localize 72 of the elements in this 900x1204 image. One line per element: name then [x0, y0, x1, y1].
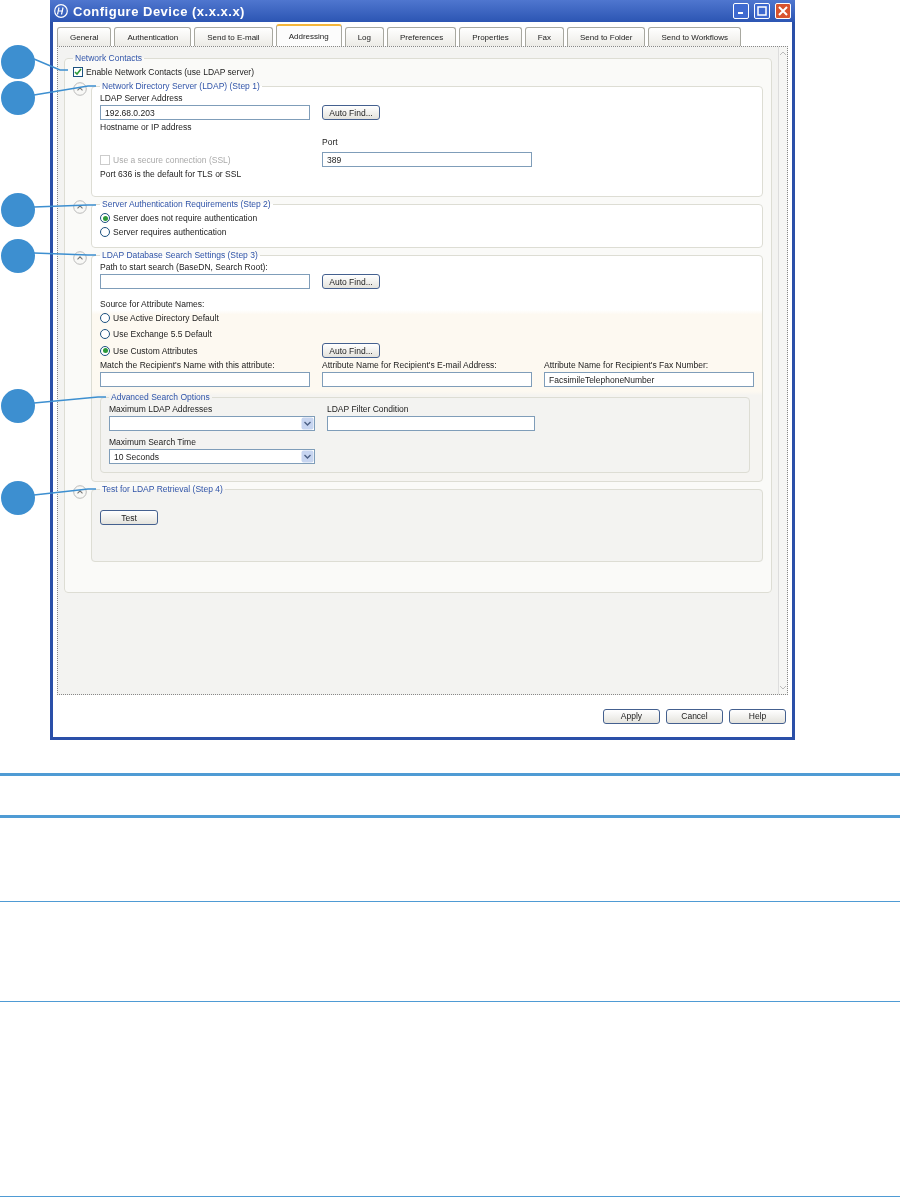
- tab[interactable]: General: [57, 27, 112, 46]
- auto-find-button[interactable]: Auto Find...: [322, 105, 380, 120]
- section-title: Advanced Search Options: [110, 392, 211, 402]
- input-field[interactable]: [322, 372, 532, 387]
- input-field[interactable]: [100, 372, 310, 387]
- radio-label: Server requires authentication: [113, 227, 227, 237]
- field-label: LDAP Filter Condition: [327, 404, 410, 414]
- radio-button[interactable]: [100, 329, 110, 339]
- radio-button[interactable]: [100, 345, 110, 356]
- checkbox-label: Use a secure connection (SSL): [113, 154, 231, 165]
- radio-button[interactable]: [100, 227, 110, 237]
- section-title: Network Contacts: [74, 53, 144, 63]
- radio-label: Server does not require authentication: [113, 213, 258, 223]
- collapse-icon[interactable]: [73, 251, 87, 265]
- tab[interactable]: Properties: [459, 27, 522, 46]
- minimize-button[interactable]: [733, 3, 749, 19]
- scrollbar[interactable]: [778, 47, 787, 694]
- collapse-icon[interactable]: [73, 200, 87, 214]
- dialog-button[interactable]: Help: [729, 708, 786, 724]
- tab[interactable]: Fax: [524, 27, 564, 46]
- close-icon: [778, 6, 788, 16]
- checkbox[interactable]: [73, 67, 83, 77]
- window-title: Configure Device (x.x.x.x): [73, 3, 246, 19]
- radio-button[interactable]: [100, 213, 110, 223]
- checkbox-label: Enable Network Contacts (use LDAP server): [86, 67, 255, 77]
- note-text: Port 636 is the default for TLS or SSL: [100, 169, 243, 179]
- auto-find-button[interactable]: Auto Find...: [322, 343, 380, 358]
- field-label: Path to start search (BaseDN, Search Root):: [100, 262, 269, 272]
- dialog-button[interactable]: Apply: [603, 708, 660, 724]
- section-title: Network Directory Server (LDAP) (Step 1): [101, 81, 261, 91]
- section-title: Server Authentication Requirements (Step 2): [101, 199, 272, 209]
- field-label: Maximum Search Time: [109, 437, 197, 447]
- input-field[interactable]: 389: [322, 152, 532, 167]
- collapse-icon[interactable]: [73, 82, 87, 96]
- tab[interactable]: Send to E-mail: [194, 27, 273, 46]
- dialog-button[interactable]: Cancel: [666, 708, 723, 724]
- radio-label: Use Custom Attributes: [113, 345, 198, 356]
- dropdown[interactable]: [109, 416, 315, 431]
- field-label: Attribute Name for Recipient's E-mail Address:: [322, 360, 498, 370]
- callout-marker: [1, 45, 69, 79]
- field-label: Source for Attribute Names:: [100, 299, 206, 309]
- tab[interactable]: Send to Folder: [567, 27, 646, 46]
- collapse-icon[interactable]: [73, 485, 87, 499]
- field-label: Maximum LDAP Addresses: [109, 404, 214, 414]
- tab[interactable]: Send to Workflows: [648, 27, 741, 46]
- maximize-button[interactable]: [754, 3, 770, 19]
- tab[interactable]: Preferences: [387, 27, 457, 46]
- radio-button[interactable]: [100, 313, 110, 323]
- tab[interactable]: Addressing: [275, 24, 342, 46]
- test-button[interactable]: Test: [100, 510, 158, 525]
- field-label: Match the Recipient's Name with this attribute:: [100, 360, 276, 370]
- input-field[interactable]: FacsimileTelephoneNumber: [544, 372, 754, 387]
- auto-find-button[interactable]: Auto Find...: [322, 274, 380, 289]
- hint-text: Hostname or IP address: [100, 122, 193, 132]
- radio-label: Use Active Directory Default: [113, 313, 219, 323]
- input-field[interactable]: [327, 416, 535, 431]
- field-label: Attribute Name for Recipient's Fax Number:: [544, 360, 710, 370]
- input-field[interactable]: 192.68.0.203: [100, 105, 310, 120]
- logo-icon: [54, 4, 68, 18]
- tab[interactable]: Log: [344, 27, 385, 46]
- scroll-down-icon[interactable]: [779, 685, 787, 691]
- dropdown[interactable]: 10 Seconds: [109, 449, 315, 464]
- section-title: Test for LDAP Retrieval (Step 4): [101, 484, 224, 494]
- input-field[interactable]: [100, 274, 310, 289]
- maximize-icon: [757, 6, 767, 16]
- tab[interactable]: Authentication: [114, 27, 192, 46]
- radio-label: Use Exchange 5.5 Default: [113, 329, 212, 339]
- scroll-up-icon[interactable]: [779, 50, 787, 56]
- field-label: Port: [322, 137, 338, 147]
- field-label: LDAP Server Address: [100, 93, 184, 103]
- section-title: LDAP Database Search Settings (Step 3): [101, 250, 259, 260]
- close-button[interactable]: [775, 3, 791, 19]
